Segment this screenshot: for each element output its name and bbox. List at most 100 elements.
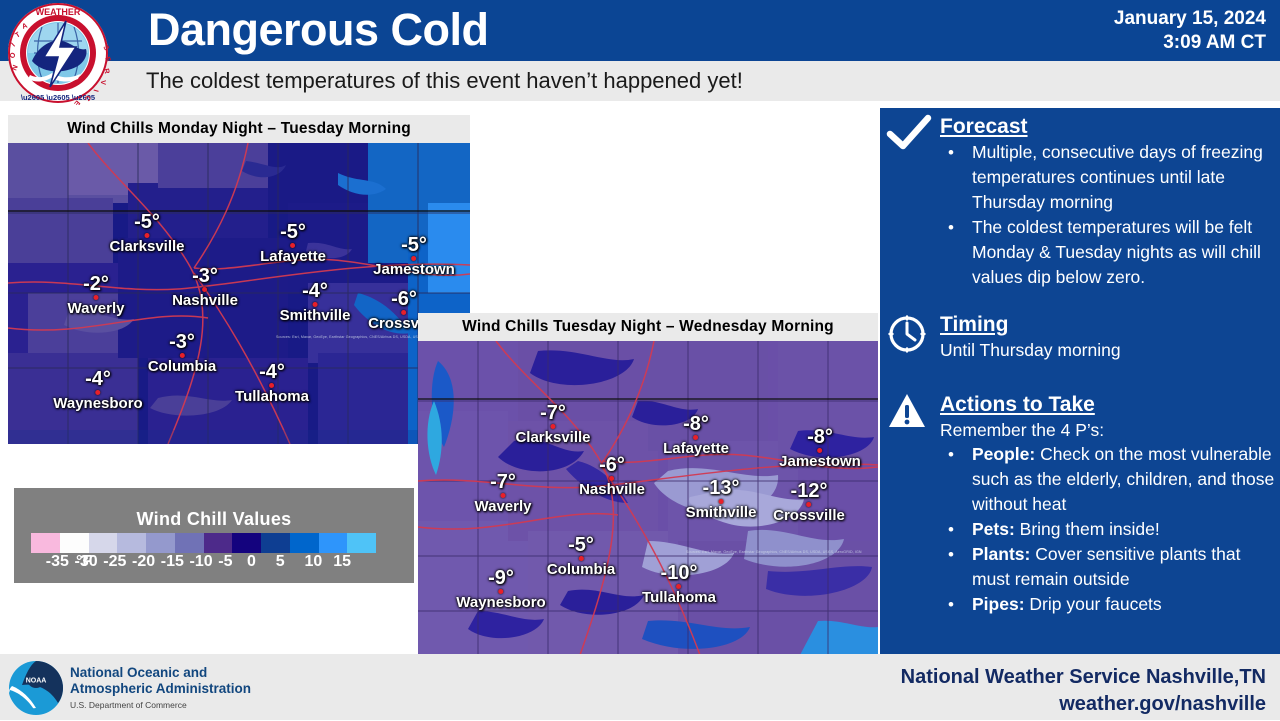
svg-text:WEATHER: WEATHER bbox=[36, 7, 81, 17]
legend-swatch bbox=[232, 533, 261, 553]
city-label: -5° Clarksville bbox=[109, 212, 184, 255]
city-name: Jamestown bbox=[779, 453, 861, 470]
city-label: -10° Tullahoma bbox=[642, 563, 716, 606]
city-temperature: -6° bbox=[599, 454, 625, 476]
city-temperature: -3° bbox=[169, 331, 195, 353]
header-subtitle: The coldest temperatures of this event h… bbox=[146, 68, 743, 93]
city-name: Smithville bbox=[685, 504, 757, 521]
bullet-label: Pets: bbox=[972, 519, 1015, 539]
list-item: Multiple, consecutive days of freezing t… bbox=[940, 140, 1280, 215]
legend-swatch bbox=[117, 533, 146, 553]
city-name: Waynesboro bbox=[53, 395, 143, 412]
city-name: Columbia bbox=[546, 561, 616, 578]
city-name: Lafayette bbox=[663, 440, 729, 457]
city-name: Waverly bbox=[67, 300, 125, 317]
bullet-label: People: bbox=[972, 444, 1036, 464]
clock-icon bbox=[886, 314, 932, 354]
city-label: -3° Nashville bbox=[172, 266, 238, 309]
city-temperature: -7° bbox=[540, 402, 566, 424]
legend-tick: -5 bbox=[218, 553, 233, 570]
noaa-agency-name: National Oceanic and Atmospheric Adminis… bbox=[70, 665, 251, 697]
map-image: Sources: Esri, Maxar, GeoEye, Earthstar … bbox=[418, 341, 878, 655]
forecast-bullets: Multiple, consecutive days of freezing t… bbox=[880, 140, 1280, 290]
city-temperature: -5° bbox=[401, 234, 427, 256]
city-name: Waynesboro bbox=[456, 594, 546, 611]
wind-chill-map-tuesday-night: Wind Chills Tuesday Night – Wednesday Mo… bbox=[418, 313, 878, 655]
city-label: -4° Waynesboro bbox=[53, 369, 142, 412]
legend-tick: -30 bbox=[74, 553, 98, 570]
list-item: Pipes: Drip your faucets bbox=[940, 592, 1280, 617]
city-label: -12° Crossville bbox=[773, 481, 845, 524]
legend-swatch bbox=[59, 533, 89, 553]
timing-section: Timing Until Thursday morning bbox=[880, 290, 1280, 362]
actions-section: Actions to Take Remember the 4 P’s: Peop… bbox=[880, 362, 1280, 617]
legend-swatch bbox=[146, 533, 175, 553]
legend-title: Wind Chill Values bbox=[136, 509, 292, 529]
city-name: Tullahoma bbox=[642, 589, 716, 606]
legend-tick: 0 bbox=[247, 553, 256, 570]
city-temperature: -4° bbox=[85, 368, 111, 390]
header-datetime: January 15, 2024 3:09 AM CT bbox=[1114, 7, 1266, 55]
legend-tick: -25 bbox=[103, 553, 127, 570]
city-label: -5° Lafayette bbox=[260, 222, 326, 265]
header-time: 3:09 AM CT bbox=[1163, 32, 1266, 53]
warning-triangle-icon bbox=[886, 392, 932, 432]
list-item: People: Check on the most vulnerable suc… bbox=[940, 442, 1280, 517]
checkmark-icon bbox=[886, 114, 932, 154]
city-name: Lafayette bbox=[260, 248, 326, 265]
city-label: -8° Jamestown bbox=[779, 427, 861, 470]
city-label: -5° Columbia bbox=[547, 535, 615, 578]
actions-subtext: Remember the 4 P’s: bbox=[940, 420, 1105, 440]
city-label: -5° Jamestown bbox=[373, 235, 455, 278]
page-title: Dangerous Cold bbox=[148, 4, 489, 55]
bullet-text: Bring them inside! bbox=[1014, 519, 1160, 539]
city-temperature: -7° bbox=[490, 471, 516, 493]
city-temperature: -3° bbox=[192, 265, 218, 287]
city-name: Jamestown bbox=[373, 261, 455, 278]
noaa-line-2: Atmospheric Administration bbox=[70, 681, 252, 696]
city-temperature: -5° bbox=[280, 221, 306, 243]
city-temperature: -4° bbox=[259, 361, 285, 383]
forecast-heading: Forecast bbox=[940, 115, 1028, 138]
legend-tick: 15 bbox=[333, 553, 352, 570]
map-title: Wind Chills Monday Night – Tuesday Morni… bbox=[8, 115, 470, 143]
city-temperature: -13° bbox=[702, 477, 740, 499]
timing-heading: Timing bbox=[940, 313, 1009, 336]
legend-tick: -15 bbox=[160, 553, 184, 570]
timing-subtext: Until Thursday morning bbox=[940, 340, 1121, 360]
city-label: -4° Smithville bbox=[280, 281, 351, 324]
city-label: -7° Waverly bbox=[475, 472, 532, 515]
legend-swatch bbox=[289, 533, 319, 553]
wind-chill-map-monday-night: Wind Chills Monday Night – Tuesday Morni… bbox=[8, 115, 470, 444]
footer-bar: NOAA National Oceanic and Atmospheric Ad… bbox=[0, 654, 1280, 720]
noaa-line-1: National Oceanic and bbox=[70, 665, 208, 680]
city-temperature: -9° bbox=[488, 567, 514, 589]
city-name: Nashville bbox=[579, 481, 645, 498]
map-attribution: Sources: Esri, Maxar, GeoEye, Earthstar … bbox=[686, 550, 862, 554]
legend-swatch bbox=[261, 533, 290, 553]
national-weather-service-seal-icon: WEATHER \u2605 \u2605 \u2605 N O I T A S… bbox=[4, 1, 113, 108]
city-label: -9° Waynesboro bbox=[456, 568, 545, 611]
actions-bullets: People: Check on the most vulnerable suc… bbox=[880, 442, 1280, 617]
svg-text:NOAA: NOAA bbox=[26, 678, 47, 685]
city-name: Clarksville bbox=[109, 238, 185, 255]
office-website[interactable]: weather.gov/nashville bbox=[901, 691, 1266, 718]
svg-text:R: R bbox=[102, 68, 112, 76]
noaa-department: U.S. Department of Commerce bbox=[70, 700, 187, 710]
legend-swatch bbox=[203, 533, 233, 553]
information-panel: Forecast Multiple, consecutive days of f… bbox=[880, 108, 1280, 654]
bullet-text: Drip your faucets bbox=[1024, 594, 1162, 614]
list-item: Plants: Cover sensitive plants that must… bbox=[940, 542, 1280, 592]
legend-swatch bbox=[88, 533, 118, 553]
city-label: -7° Clarksville bbox=[515, 403, 590, 446]
city-label: -8° Lafayette bbox=[663, 414, 729, 457]
city-temperature: -8° bbox=[683, 413, 709, 435]
city-temperature: -6° bbox=[391, 288, 417, 310]
city-temperature: -8° bbox=[807, 426, 833, 448]
city-label: -6° Nashville bbox=[579, 455, 645, 498]
actions-heading: Actions to Take bbox=[940, 393, 1095, 416]
city-temperature: -4° bbox=[302, 280, 328, 302]
city-name: Columbia bbox=[147, 358, 217, 375]
legend-tick: -20 bbox=[132, 553, 156, 570]
city-label: -4° Tullahoma bbox=[235, 362, 309, 405]
